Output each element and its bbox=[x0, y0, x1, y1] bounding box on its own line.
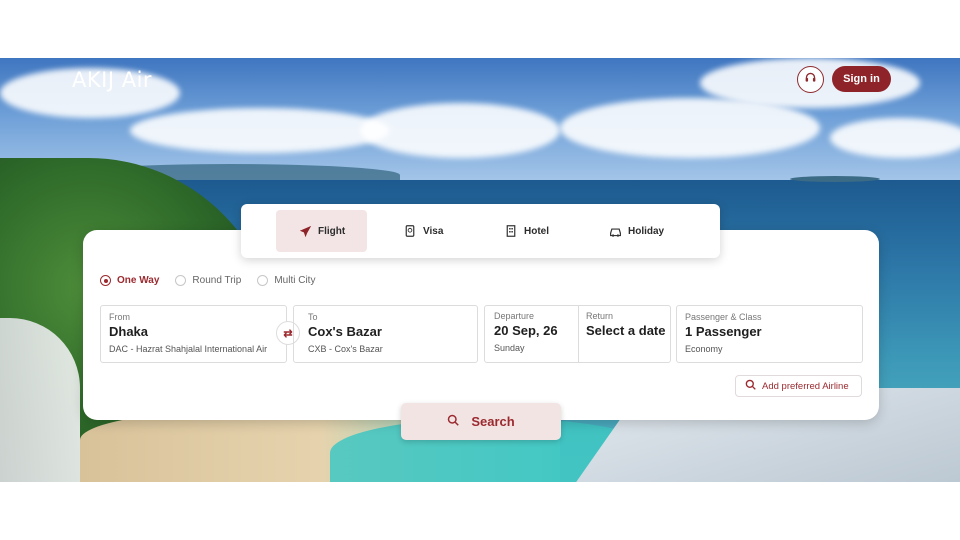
island bbox=[790, 176, 880, 182]
tab-visa[interactable]: Visa bbox=[403, 210, 443, 252]
from-city: Dhaka bbox=[109, 324, 149, 339]
sign-in-button[interactable]: Sign in bbox=[832, 66, 891, 92]
search-label: Search bbox=[471, 414, 515, 429]
passenger-count: 1 Passenger bbox=[685, 324, 762, 339]
passenger-class: Economy bbox=[685, 344, 723, 354]
departure-label: Departure bbox=[494, 311, 535, 321]
from-label: From bbox=[109, 312, 130, 322]
passenger-field[interactable]: Passenger & Class 1 Passenger Economy bbox=[676, 305, 863, 363]
tab-label: Visa bbox=[423, 225, 444, 237]
cloud bbox=[130, 108, 390, 153]
to-field[interactable]: To Cox's Bazar CXB - Cox's Bazar bbox=[293, 305, 478, 363]
radio-button[interactable] bbox=[100, 275, 111, 286]
logo[interactable]: AKIJ Air bbox=[72, 68, 152, 92]
tab-hotel[interactable]: Hotel bbox=[504, 210, 549, 252]
car-icon bbox=[608, 224, 622, 238]
service-tabs: Flight Visa Hotel Holiday bbox=[241, 204, 720, 258]
add-airline-button[interactable]: Add preferred Airline bbox=[735, 375, 862, 397]
trip-round-trip[interactable]: Round Trip bbox=[175, 275, 241, 286]
tab-flight[interactable]: Flight bbox=[276, 210, 368, 252]
from-field[interactable]: From Dhaka DAC - Hazrat Shahjalal Intern… bbox=[100, 305, 287, 363]
search-icon bbox=[447, 414, 460, 429]
radio-button[interactable] bbox=[257, 275, 269, 286]
tab-holiday[interactable]: Holiday bbox=[608, 210, 664, 252]
departure-date: 20 Sep, 26 bbox=[494, 323, 558, 338]
trip-multi-city[interactable]: Multi City bbox=[257, 275, 315, 286]
return-value: Select a date bbox=[586, 323, 666, 338]
trip-label: Round Trip bbox=[192, 275, 242, 286]
return-label: Return bbox=[586, 311, 614, 321]
airline-label: Add preferred Airline bbox=[762, 380, 849, 392]
cloud bbox=[830, 118, 960, 158]
cloud bbox=[360, 103, 560, 158]
hero-background: AKIJ Air Sign in Flight Visa Hotel Holid… bbox=[0, 58, 960, 482]
trip-label: One Way bbox=[117, 275, 160, 286]
from-airport: DAC - Hazrat Shahjalal International Air bbox=[109, 344, 268, 354]
radio-button[interactable] bbox=[175, 275, 187, 286]
search-button[interactable]: Search bbox=[401, 403, 561, 440]
building-icon bbox=[504, 224, 518, 238]
to-label: To bbox=[308, 312, 318, 322]
tab-label: Flight bbox=[318, 225, 346, 237]
trip-type-group: One Way Round Trip Multi City bbox=[100, 275, 315, 286]
support-button[interactable] bbox=[797, 66, 824, 93]
departure-field[interactable]: Departure 20 Sep, 26 Sunday bbox=[484, 305, 579, 363]
return-field[interactable]: Return Select a date bbox=[578, 305, 671, 363]
to-airport: CXB - Cox's Bazar bbox=[308, 344, 383, 354]
tab-label: Holiday bbox=[628, 225, 665, 237]
departure-day: Sunday bbox=[494, 343, 525, 353]
swap-arrows-icon: ⇄ bbox=[283, 327, 293, 340]
airplane-icon bbox=[298, 224, 312, 238]
to-city: Cox's Bazar bbox=[308, 324, 382, 339]
headset-icon bbox=[804, 71, 817, 89]
trip-one-way[interactable]: One Way bbox=[100, 275, 159, 286]
passport-icon bbox=[403, 224, 417, 238]
passenger-label: Passenger & Class bbox=[685, 312, 762, 322]
trip-label: Multi City bbox=[274, 275, 316, 286]
tab-label: Hotel bbox=[524, 225, 549, 237]
search-icon bbox=[745, 379, 756, 393]
